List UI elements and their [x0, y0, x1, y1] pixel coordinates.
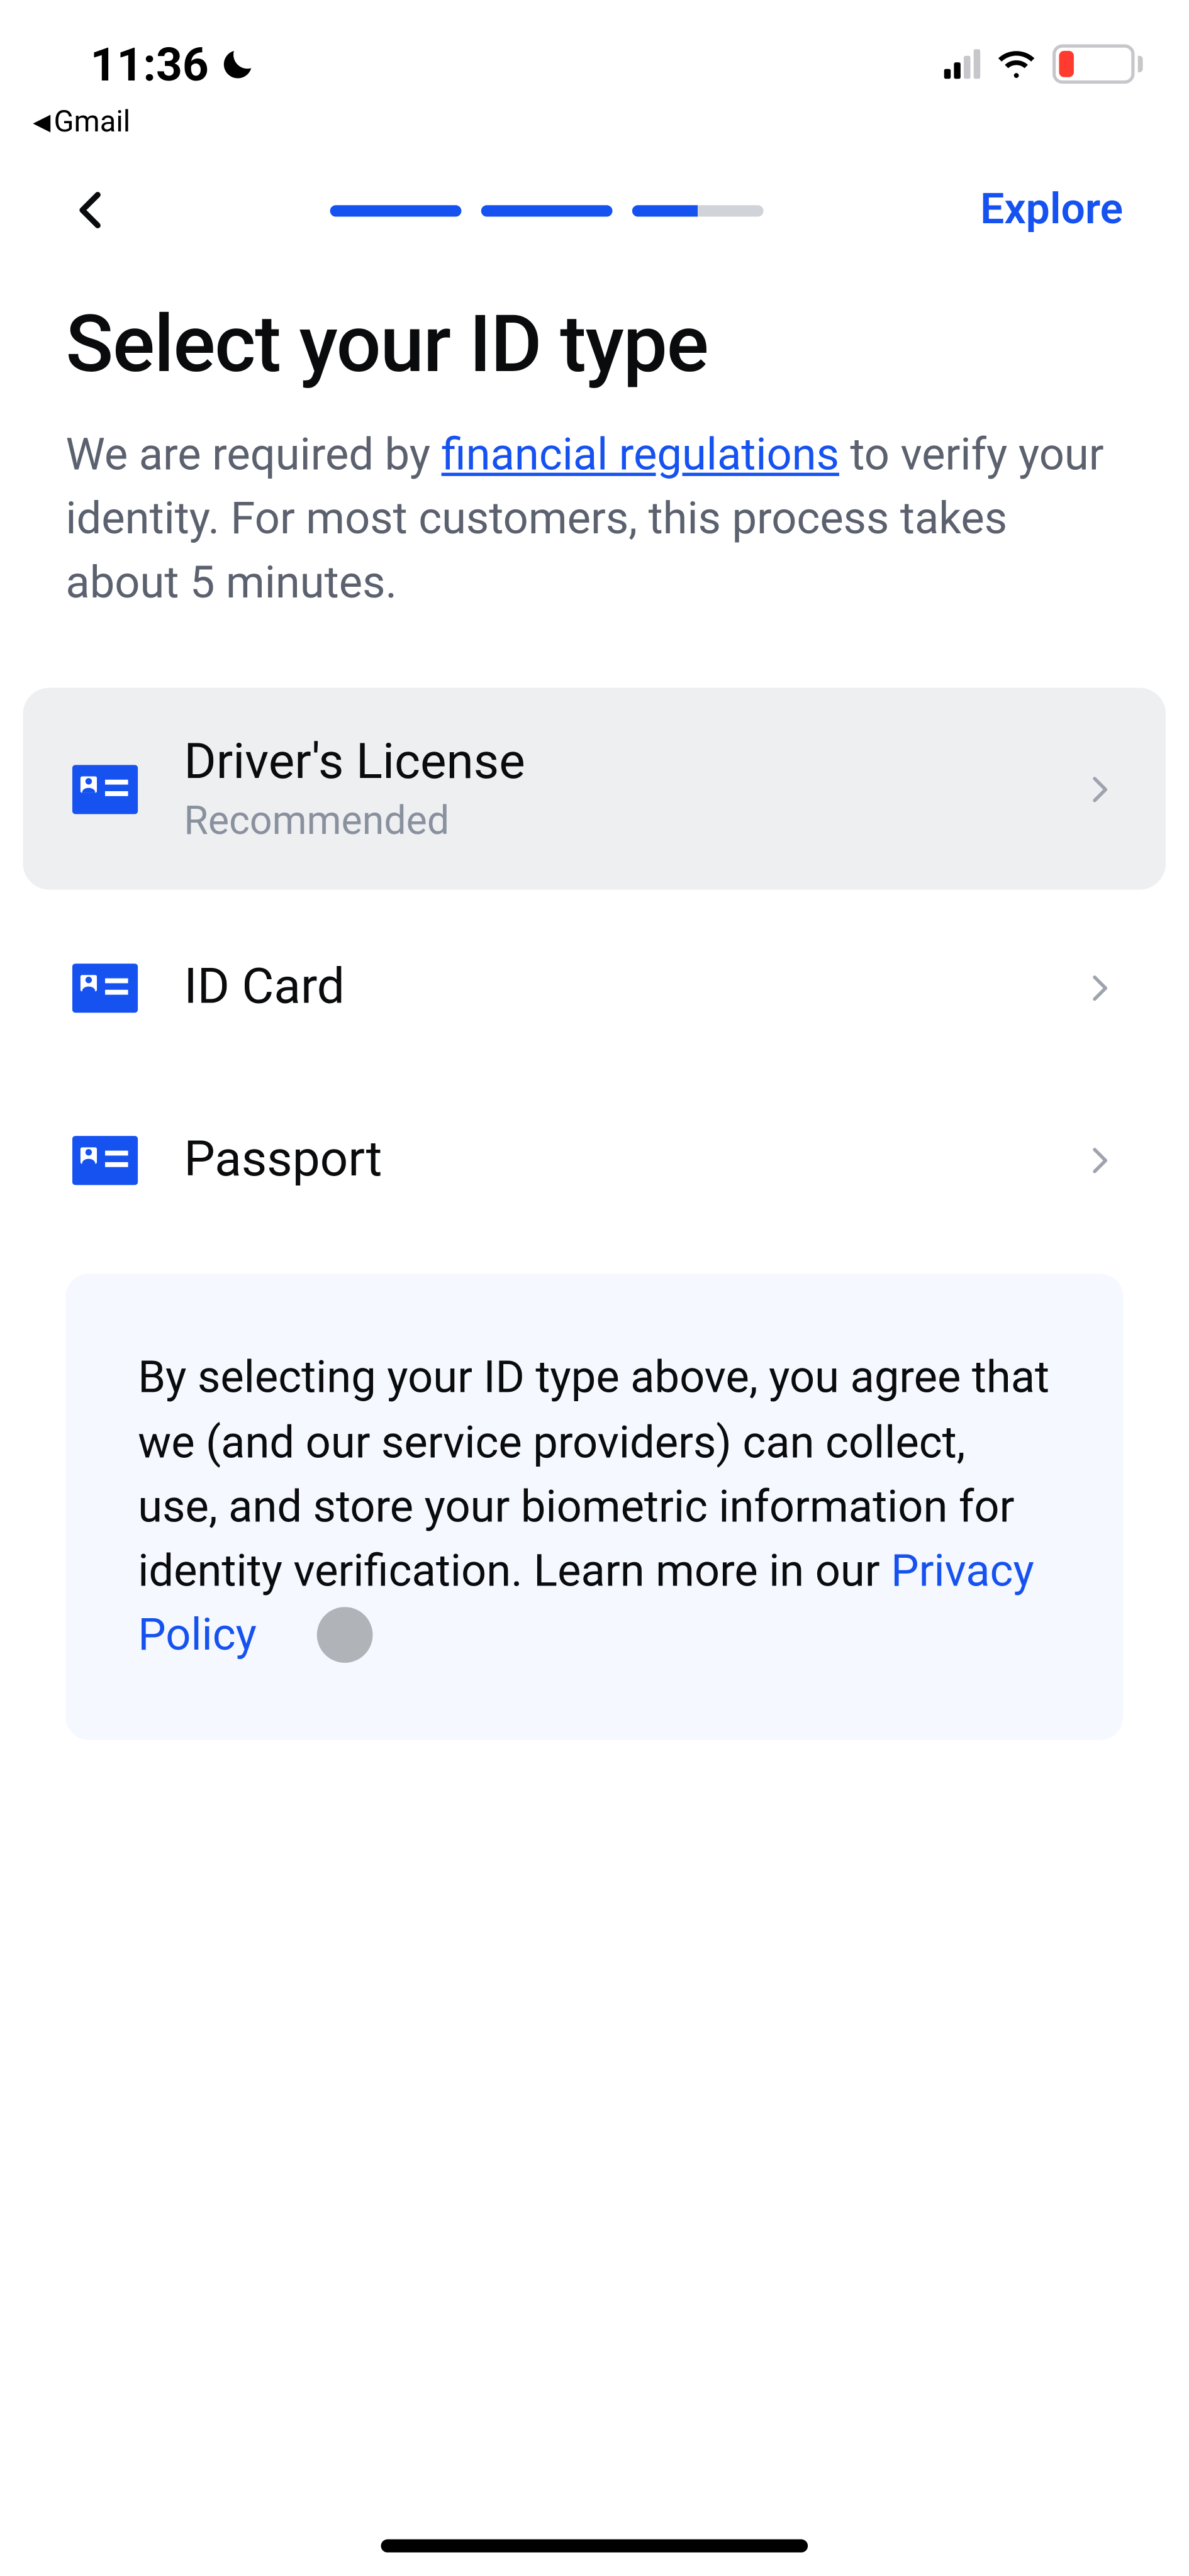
- subtitle-pre: We are required by: [65, 428, 441, 481]
- option-drivers-license[interactable]: Driver's License Recommended: [23, 689, 1166, 891]
- option-title: ID Card: [184, 959, 1037, 1016]
- id-card-icon: [72, 963, 138, 1013]
- return-to-app[interactable]: ◀ Gmail: [0, 99, 1189, 156]
- option-title: Passport: [184, 1131, 1037, 1189]
- battery-level: 17: [1056, 51, 1131, 77]
- option-title: Driver's License: [184, 735, 1037, 792]
- chevron-right-icon: [1084, 972, 1117, 1004]
- biometric-disclosure: By selecting your ID type above, you agr…: [65, 1274, 1123, 1740]
- return-app-name: Gmail: [54, 105, 131, 140]
- status-time: 11:36: [91, 37, 209, 91]
- back-button[interactable]: [69, 187, 115, 233]
- cell-signal-icon: [944, 49, 980, 79]
- id-card-icon: [72, 1136, 138, 1185]
- option-text: Passport: [184, 1131, 1037, 1189]
- option-text: Driver's License Recommended: [184, 735, 1037, 845]
- progress-indicator: [331, 204, 764, 216]
- moon-icon: [219, 44, 259, 84]
- financial-regulations-link[interactable]: financial regulations: [442, 428, 839, 481]
- option-text: ID Card: [184, 959, 1037, 1016]
- progress-step-3: [633, 204, 764, 216]
- page-title: Select your ID type: [0, 267, 1189, 407]
- status-right: 17: [944, 44, 1143, 84]
- progress-step-2: [482, 204, 613, 216]
- progress-step-1: [331, 204, 462, 216]
- page-subtitle: We are required by financial regulations…: [0, 407, 1189, 665]
- chevron-right-icon: [1084, 1144, 1117, 1177]
- explore-link[interactable]: Explore: [980, 186, 1123, 235]
- return-caret-icon: ◀: [33, 109, 50, 136]
- option-id-card[interactable]: ID Card: [23, 913, 1166, 1063]
- id-card-icon: [72, 765, 138, 814]
- option-passport[interactable]: Passport: [23, 1085, 1166, 1235]
- chevron-right-icon: [1084, 773, 1117, 806]
- status-bar: 11:36 17: [0, 0, 1189, 99]
- home-indicator[interactable]: [381, 2540, 808, 2553]
- option-subtitle: Recommended: [184, 799, 1037, 845]
- touch-indicator-icon: [317, 1607, 373, 1663]
- status-time-group: 11:36: [91, 37, 259, 91]
- nav-row: Explore: [0, 156, 1189, 267]
- battery-icon: 17: [1052, 44, 1143, 84]
- phone-screen: 11:36 17 ◀ Gmail: [0, 0, 1189, 2575]
- wifi-icon: [996, 49, 1036, 79]
